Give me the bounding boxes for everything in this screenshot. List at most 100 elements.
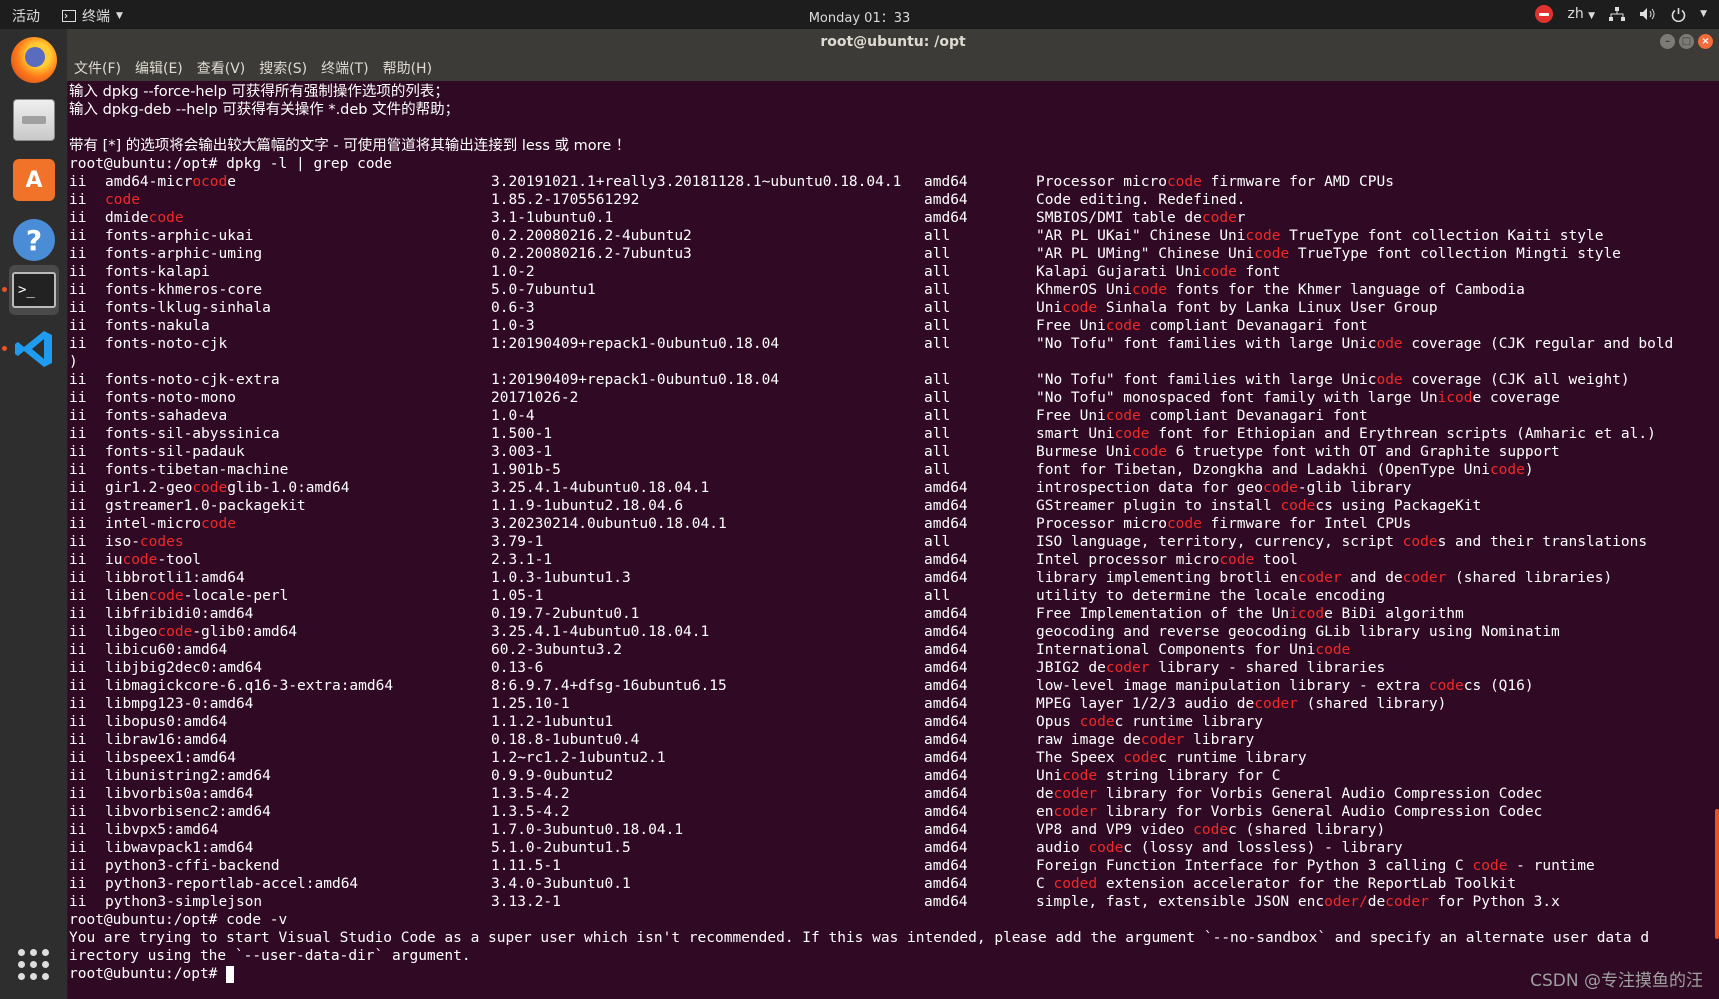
- package-version: 1.0-4: [491, 408, 535, 424]
- package-arch: amd64: [924, 858, 968, 874]
- clock[interactable]: Monday 01：33: [809, 11, 911, 26]
- package-description: The Speex codec runtime library: [1036, 750, 1307, 766]
- dock-item-files[interactable]: [9, 95, 59, 145]
- package-version: 60.2-3ubuntu3.2: [491, 642, 622, 658]
- package-version: 1.85.2-1705561292: [491, 192, 640, 208]
- command-line: root@ubuntu:/opt#: [69, 965, 1717, 983]
- active-indicator: [2, 346, 7, 351]
- terminal-output[interactable]: 输入 dpkg --force-help 可获得所有强制操作选项的列表； 输入 …: [69, 83, 1717, 999]
- package-arch: all: [924, 264, 951, 280]
- match-highlight: code: [201, 516, 236, 532]
- package-description: decoder library for Vorbis General Audio…: [1036, 786, 1543, 802]
- package-version: 0.13-6: [491, 660, 544, 676]
- package-name: iucode-tool: [105, 552, 202, 568]
- menu-view[interactable]: 查看(V): [197, 58, 246, 78]
- no-entry-icon[interactable]: [1535, 5, 1554, 23]
- package-arch: all: [924, 534, 951, 550]
- active-indicator: [2, 287, 7, 292]
- package-version: 0.19.7-2ubuntu0.1: [491, 606, 640, 622]
- menu-file[interactable]: 文件(F): [74, 58, 121, 78]
- package-name: libbrotli1:amd64: [105, 570, 245, 586]
- package-description: ISO language, territory, currency, scrip…: [1036, 534, 1648, 550]
- package-arch: amd64: [924, 822, 968, 838]
- package-arch: amd64: [924, 642, 968, 658]
- package-name: python3-reportlab-accel:amd64: [105, 876, 359, 892]
- match-highlight: code: [1132, 282, 1167, 298]
- match-highlight: code: [1166, 174, 1202, 190]
- window-titlebar[interactable]: root@ubuntu: /opt – □ ×: [67, 29, 1719, 55]
- package-row: ii fonts-lklug-sinhala 0.6-3 all Unicode Sin…: [69, 299, 1717, 317]
- package-arch: all: [924, 444, 951, 460]
- match-highlight: code: [1105, 318, 1141, 334]
- match-highlight: coder: [1105, 660, 1150, 676]
- package-name: libwavpack1:amd64: [105, 840, 254, 856]
- package-description: encoder library for Vorbis General Audio…: [1036, 804, 1543, 820]
- command: dpkg -l | grep code: [226, 156, 393, 172]
- close-button[interactable]: ×: [1698, 34, 1713, 49]
- package-status: ii: [69, 822, 87, 838]
- terminal-icon: >_: [12, 272, 56, 308]
- app-menu-label: 终端: [82, 9, 110, 25]
- menu-help[interactable]: 帮助(H): [383, 58, 432, 78]
- package-status: ii: [69, 336, 87, 352]
- match-highlight: code: [148, 588, 184, 604]
- show-applications-icon[interactable]: [18, 949, 50, 981]
- package-version: 1.25.10-1: [491, 696, 570, 712]
- volume-icon[interactable]: [1639, 7, 1657, 21]
- match-highlight: code: [1088, 840, 1124, 856]
- package-row: ii fonts-tibetan-machine 1.901b-5 all font f…: [69, 461, 1717, 479]
- package-arch: amd64: [924, 660, 968, 676]
- dock-item-software[interactable]: A: [9, 155, 59, 205]
- package-row: ii gstreamer1.0-packagekit 1.1.9-1ubuntu2.…: [69, 497, 1717, 515]
- activities-button[interactable]: 活动: [12, 6, 40, 26]
- package-name: libicu60:amd64: [105, 642, 228, 658]
- match-highlight: code: [1280, 498, 1316, 514]
- dock-item-help[interactable]: ?: [9, 215, 59, 265]
- match-highlight: code: [1219, 552, 1255, 568]
- package-version: 1:20190409+repack1-0ubuntu0.18.04: [491, 372, 780, 388]
- package-status: ii: [69, 552, 87, 568]
- package-description: MPEG layer 1/2/3 audio decoder (shared l…: [1036, 696, 1447, 712]
- match-highlight: code: [122, 552, 158, 568]
- package-description: utility to determine the locale encoding: [1036, 588, 1386, 604]
- network-icon[interactable]: [1609, 7, 1626, 21]
- package-row: ii amd64-microcode 3.20191021.1+really3.20…: [69, 173, 1717, 191]
- package-status: ii: [69, 696, 87, 712]
- input-method-menu[interactable]: zh ▼: [1567, 6, 1595, 22]
- terminal-small-icon: [62, 10, 76, 22]
- package-description: Code editing. Redefined.: [1036, 192, 1246, 208]
- vscode-icon: [15, 331, 52, 367]
- package-name: libvpx5:amd64: [105, 822, 219, 838]
- package-row: ii fonts-noto-cjk 1:20190409+repack1-0ubun…: [69, 335, 1717, 353]
- match-highlight: code: [157, 624, 193, 640]
- app-menu[interactable]: 终端 ▼: [62, 6, 123, 26]
- maximize-button[interactable]: □: [1679, 34, 1694, 49]
- package-arch: amd64: [924, 174, 968, 190]
- package-description: JBIG2 decoder library - shared libraries: [1036, 660, 1386, 676]
- terminal-line: 带有 [*] 的选项将会输出较大篇幅的文字 - 可使用管道将其输出连接到 les…: [69, 138, 631, 154]
- package-arch: amd64: [924, 678, 968, 694]
- dock-item-firefox[interactable]: [9, 35, 59, 85]
- menu-edit[interactable]: 编辑(E): [135, 58, 183, 78]
- package-status: ii: [69, 498, 87, 514]
- chevron-down-icon[interactable]: ▼: [1700, 9, 1707, 19]
- package-name: libjbig2dec0:amd64: [105, 660, 263, 676]
- package-status: ii: [69, 318, 87, 334]
- command: code -v: [226, 912, 288, 928]
- minimize-button[interactable]: –: [1660, 34, 1675, 49]
- dock-item-vscode[interactable]: [9, 324, 59, 374]
- match-highlight: icod: [1289, 606, 1325, 622]
- dock: A ? >_: [0, 29, 68, 999]
- package-name: fonts-noto-cjk-extra: [105, 372, 280, 388]
- match-highlight: ocod: [192, 174, 228, 190]
- menu-search[interactable]: 搜索(S): [259, 58, 307, 78]
- power-icon[interactable]: [1671, 7, 1686, 22]
- package-name: libfribidi0:amd64: [105, 606, 254, 622]
- scrollbar[interactable]: [1715, 809, 1719, 939]
- package-name: gir1.2-geocodeglib-1.0:amd64: [105, 480, 350, 496]
- menu-terminal[interactable]: 终端(T): [321, 58, 368, 78]
- package-arch: all: [924, 282, 951, 298]
- terminal-line: irectory using the `--user-data-dir` arg…: [69, 948, 471, 964]
- dock-item-terminal[interactable]: >_: [9, 265, 59, 315]
